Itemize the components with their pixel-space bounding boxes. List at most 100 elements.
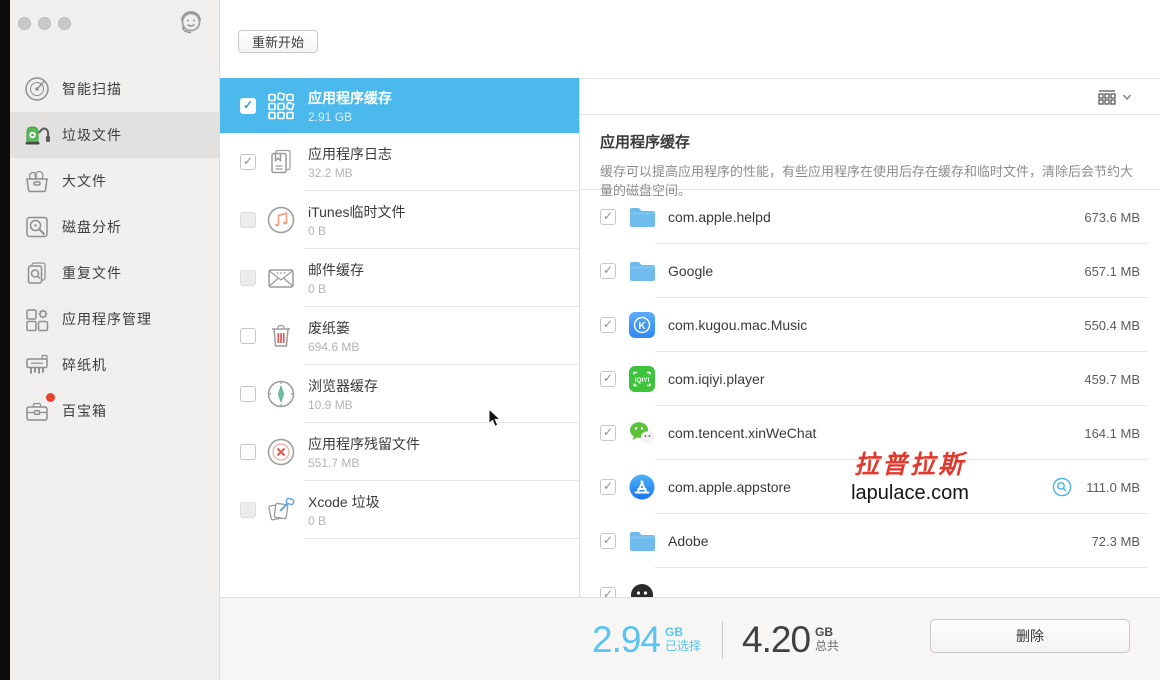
bottom-bar: 2.94 GB 已选择 4.20 GB 总共 删除 bbox=[220, 597, 1160, 680]
category-size: 10.9 MB bbox=[308, 398, 378, 412]
smart-scan-icon bbox=[22, 74, 52, 104]
appstore-icon bbox=[628, 473, 656, 501]
category-row-browser-cache[interactable]: 浏览器缓存 10.9 MB bbox=[220, 365, 579, 423]
checkbox[interactable] bbox=[240, 98, 256, 114]
leftover-icon bbox=[265, 436, 297, 468]
sidebar-item-shredder[interactable]: 碎纸机 bbox=[10, 342, 219, 388]
app-row-helpd[interactable]: com.apple.helpd 673.6 MB bbox=[580, 190, 1160, 244]
delete-button[interactable]: 删除 bbox=[930, 619, 1130, 653]
checkbox[interactable] bbox=[600, 533, 616, 549]
sidebar-nav: 智能扫描 垃圾文件 bbox=[10, 66, 219, 434]
category-name: Xcode 垃圾 bbox=[308, 492, 380, 512]
checkbox[interactable] bbox=[240, 386, 256, 402]
app-name: com.apple.appstore bbox=[668, 479, 791, 495]
checkbox[interactable] bbox=[240, 444, 256, 460]
app-size: 72.3 MB bbox=[1092, 534, 1140, 549]
category-row-xcode-junk[interactable]: Xcode 垃圾 0 B bbox=[220, 481, 579, 539]
checkbox[interactable] bbox=[240, 502, 256, 518]
support-icon[interactable] bbox=[175, 7, 207, 39]
checkbox[interactable] bbox=[240, 212, 256, 228]
browser-icon bbox=[265, 378, 297, 410]
checkbox[interactable] bbox=[600, 587, 616, 597]
checkbox[interactable] bbox=[240, 328, 256, 344]
trash-icon bbox=[265, 320, 297, 352]
checkbox[interactable] bbox=[240, 270, 256, 286]
restart-button[interactable]: 重新开始 bbox=[238, 30, 318, 53]
category-size: 694.6 MB bbox=[308, 340, 359, 354]
app-row-google[interactable]: Google 657.1 MB bbox=[580, 244, 1160, 298]
app-row-appstore[interactable]: com.apple.appstore 111.0 MB bbox=[580, 460, 1160, 514]
sort-view-control[interactable] bbox=[1096, 88, 1132, 106]
dark-app-icon bbox=[628, 581, 656, 597]
category-name: 邮件缓存 bbox=[308, 260, 364, 280]
app-cache-icon bbox=[265, 90, 297, 122]
category-name: iTunes临时文件 bbox=[308, 202, 406, 222]
svg-text:K: K bbox=[638, 321, 646, 332]
folder-icon bbox=[628, 203, 656, 231]
category-size: 551.7 MB bbox=[308, 456, 420, 470]
sidebar: 智能扫描 垃圾文件 bbox=[10, 0, 220, 680]
sidebar-item-label: 智能扫描 bbox=[62, 79, 122, 99]
sidebar-item-disk-analysis[interactable]: 磁盘分析 bbox=[10, 204, 219, 250]
category-row-app-logs[interactable]: 应用程序日志 32.2 MB bbox=[220, 133, 579, 191]
sidebar-item-app-manager[interactable]: 应用程序管理 bbox=[10, 296, 219, 342]
close-button[interactable] bbox=[18, 17, 31, 30]
sidebar-item-big-files[interactable]: 大文件 bbox=[10, 158, 219, 204]
stats-divider bbox=[722, 621, 723, 659]
checkbox[interactable] bbox=[600, 425, 616, 441]
app-row-iqiyi[interactable]: iQIYI com.iqiyi.player 459.7 MB bbox=[580, 352, 1160, 406]
shredder-icon bbox=[22, 350, 52, 380]
total-size-label: 总共 bbox=[815, 640, 839, 654]
app-name: Google bbox=[668, 263, 713, 279]
checkbox[interactable] bbox=[600, 317, 616, 333]
checkbox[interactable] bbox=[240, 154, 256, 170]
category-row-mail-cache[interactable]: 邮件缓存 0 B bbox=[220, 249, 579, 307]
total-size-value: 4.20 bbox=[742, 619, 810, 661]
checkbox[interactable] bbox=[600, 263, 616, 279]
sidebar-item-toolbox[interactable]: 百宝箱 bbox=[10, 388, 219, 434]
detail-toolbar bbox=[580, 78, 1160, 115]
wechat-icon bbox=[628, 419, 656, 447]
app-row-kugou[interactable]: K com.kugou.mac.Music 550.4 MB bbox=[580, 298, 1160, 352]
checkbox[interactable] bbox=[600, 479, 616, 495]
app-size: 164.1 MB bbox=[1084, 426, 1140, 441]
category-row-trash[interactable]: 废纸篓 694.6 MB bbox=[220, 307, 579, 365]
sidebar-item-smart-scan[interactable]: 智能扫描 bbox=[10, 66, 219, 112]
category-row-app-leftovers[interactable]: 应用程序残留文件 551.7 MB bbox=[220, 423, 579, 481]
app-name: com.kugou.mac.Music bbox=[668, 317, 807, 333]
app-logs-icon bbox=[265, 146, 297, 178]
window-edge-strip bbox=[0, 0, 10, 680]
folder-icon bbox=[628, 527, 656, 555]
xcode-icon bbox=[265, 494, 297, 526]
app-row-partial[interactable] bbox=[580, 568, 1160, 597]
minimize-button[interactable] bbox=[38, 17, 51, 30]
selected-size-unit: GB bbox=[665, 626, 701, 640]
svg-text:iQIYI: iQIYI bbox=[635, 377, 650, 384]
app-name: com.tencent.xinWeChat bbox=[668, 425, 816, 441]
sidebar-item-duplicate-files[interactable]: 重复文件 bbox=[10, 250, 219, 296]
app-size: 111.0 MB bbox=[1086, 480, 1140, 495]
category-row-app-cache[interactable]: 应用程序缓存 2.91 GB bbox=[220, 78, 579, 133]
app-size: 459.7 MB bbox=[1084, 372, 1140, 387]
zoom-button[interactable] bbox=[58, 17, 71, 30]
checkbox[interactable] bbox=[600, 209, 616, 225]
category-name: 应用程序残留文件 bbox=[308, 434, 420, 454]
checkbox[interactable] bbox=[600, 371, 616, 387]
sidebar-item-junk-files[interactable]: 垃圾文件 bbox=[10, 112, 219, 158]
app-row-wechat[interactable]: com.tencent.xinWeChat 164.1 MB bbox=[580, 406, 1160, 460]
category-size: 0 B bbox=[308, 514, 380, 528]
traffic-lights bbox=[18, 17, 71, 30]
category-row-itunes-temp[interactable]: iTunes临时文件 0 B bbox=[220, 191, 579, 249]
reveal-in-finder-icon[interactable] bbox=[1052, 477, 1072, 497]
mail-icon bbox=[265, 262, 297, 294]
detail-app-list: com.apple.helpd 673.6 MB Google 657.1 MB bbox=[580, 190, 1160, 597]
app-name: com.apple.helpd bbox=[668, 209, 771, 225]
category-list: 应用程序缓存 2.91 GB 应用程序日志 32.2 MB bbox=[220, 78, 580, 597]
sidebar-item-label: 大文件 bbox=[62, 171, 107, 191]
disk-analysis-icon bbox=[22, 212, 52, 242]
big-files-icon bbox=[22, 166, 52, 196]
app-row-adobe[interactable]: Adobe 72.3 MB bbox=[580, 514, 1160, 568]
category-size: 0 B bbox=[308, 224, 406, 238]
duplicate-files-icon bbox=[22, 258, 52, 288]
category-size: 0 B bbox=[308, 282, 364, 296]
